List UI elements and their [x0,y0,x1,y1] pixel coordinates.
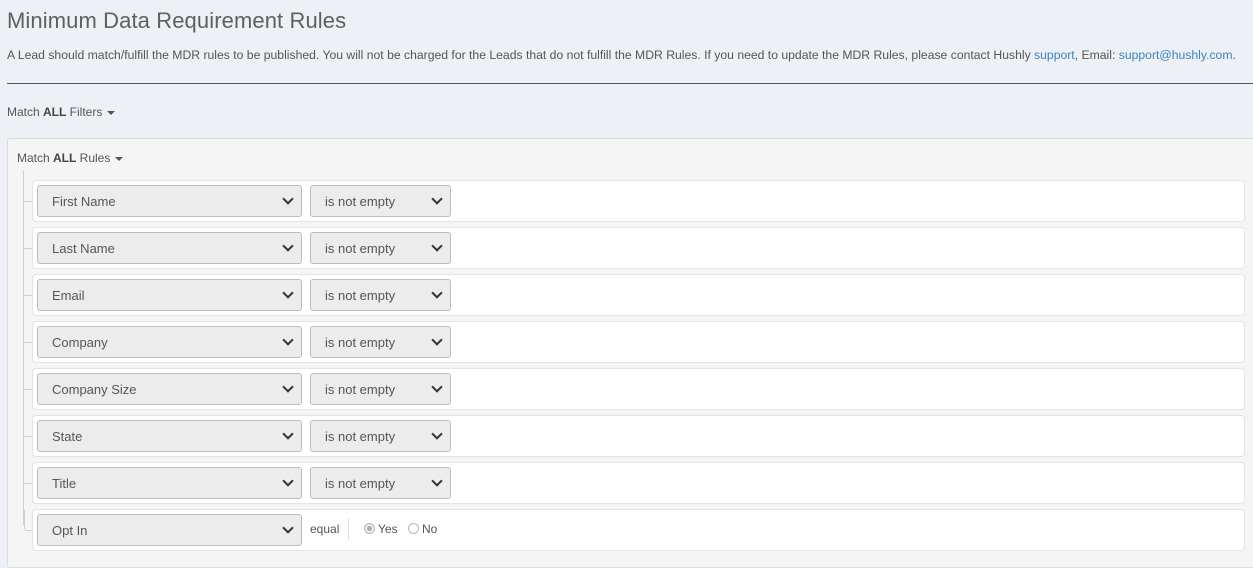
rule-operator-value: is not empty [325,241,396,256]
rule-operator-select[interactable]: is not empty [310,279,451,311]
rule-row: Company Size is not empty [24,368,1245,410]
rule-operator-select[interactable]: is not empty [310,467,451,499]
tree-branch [24,483,33,484]
filters-mode: ALL [43,105,67,119]
tree-branch [24,510,33,531]
rule-row: Title is not empty [24,462,1245,504]
rule-row: Email is not empty [24,274,1245,316]
rule-field-select[interactable]: Opt In [37,514,302,546]
chevron-down-icon [431,381,443,393]
chevron-down-icon [282,193,294,205]
radio-yes-button[interactable] [364,523,375,534]
rule-field-value: Email [52,288,85,303]
rules-tree-line [23,170,24,525]
rule-row: State is not empty [24,415,1245,457]
email-separator: , Email: [1074,48,1119,62]
chevron-down-icon [431,334,443,346]
tree-branch [24,342,33,343]
rules-prefix: Match [17,151,54,165]
rule-field-value: Title [52,476,77,491]
caret-down-icon [107,110,116,115]
tree-branch [24,389,33,390]
rule-operator-select[interactable]: is not empty [310,232,451,264]
rule-operator-value: is not empty [325,382,396,397]
caret-down-icon [115,156,124,161]
rule-row: Company is not empty [24,321,1245,363]
filters-suffix: Filters [66,105,103,119]
chevron-down-icon [431,428,443,440]
chevron-down-icon [282,334,294,346]
tree-branch [24,436,33,437]
chevron-down-icon [431,475,443,487]
rule-row-opt-in: Opt In equal Yes No [24,509,1245,551]
match-filters-dropdown[interactable]: Match ALL Filters [7,105,116,119]
header-divider [7,83,1253,84]
rule-field-select[interactable]: Last Name [37,232,302,264]
chevron-down-icon [282,381,294,393]
rule-operator-select[interactable]: is not empty [310,373,451,405]
rules-suffix: Rules [76,151,111,165]
chevron-down-icon [282,475,294,487]
chevron-down-icon [282,428,294,440]
description-text: A Lead should match/fulfill the MDR rule… [7,48,1035,62]
page-title: Minimum Data Requirement Rules [7,8,347,33]
support-email-link[interactable]: support@hushly.com [1119,48,1233,62]
rule-operator-value: is not empty [325,476,396,491]
chevron-down-icon [431,287,443,299]
chevron-down-icon [431,193,443,205]
radio-yes[interactable]: Yes [364,522,398,536]
rule-field-value: Opt In [52,523,88,538]
rule-row: First Name is not empty [24,180,1245,222]
chevron-down-icon [431,240,443,252]
rule-operator-value: is not empty [325,429,396,444]
rule-field-value: Company [52,335,108,350]
rule-row: Last Name is not empty [24,227,1245,269]
separator [348,518,349,540]
radio-no[interactable]: No [408,522,437,536]
rule-field-value: Last Name [52,241,115,256]
chevron-down-icon [282,240,294,252]
rule-field-select[interactable]: Company [37,326,302,358]
chevron-down-icon [282,287,294,299]
tree-branch [24,295,33,296]
description-suffix: . [1232,48,1236,62]
rule-field-select[interactable]: State [37,420,302,452]
rule-field-value: First Name [52,194,116,209]
chevron-down-icon [282,522,294,534]
rule-operator-select[interactable]: is not empty [310,326,451,358]
description: A Lead should match/fulfill the MDR rule… [7,48,1236,62]
support-link[interactable]: support [1034,48,1075,62]
rule-operator-label: equal [310,522,340,536]
rule-operator-value: is not empty [325,335,396,350]
rules-mode: ALL [53,151,77,165]
rule-field-select[interactable]: First Name [37,185,302,217]
tree-branch [24,248,33,249]
radio-no-button[interactable] [408,523,419,534]
rule-operator-select[interactable]: is not empty [310,420,451,452]
rule-field-select[interactable]: Email [37,279,302,311]
filters-prefix: Match [7,105,44,119]
radio-yes-label: Yes [378,522,398,536]
rule-operator-select[interactable]: is not empty [310,185,451,217]
rule-field-value: Company Size [52,382,137,397]
match-rules-dropdown[interactable]: Match ALL Rules [17,151,124,165]
rule-field-select[interactable]: Title [37,467,302,499]
rule-operator-value: is not empty [325,194,396,209]
radio-no-label: No [422,522,438,536]
rule-field-select[interactable]: Company Size [37,373,302,405]
tree-branch [24,201,33,202]
rule-field-value: State [52,429,83,444]
rule-operator-value: is not empty [325,288,396,303]
